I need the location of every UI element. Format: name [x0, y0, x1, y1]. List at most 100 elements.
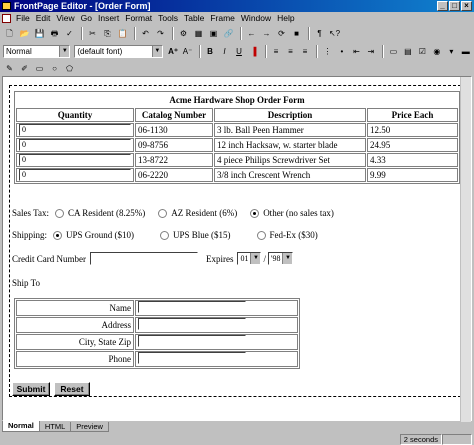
insert-table-icon[interactable]: ▦: [192, 27, 205, 40]
quantity-input[interactable]: 0: [19, 154, 131, 166]
increase-indent-icon[interactable]: ⇥: [365, 45, 377, 58]
decrease-indent-icon[interactable]: ⇤: [350, 45, 362, 58]
form-textbox-icon[interactable]: ▭: [387, 45, 399, 58]
radio-button[interactable]: [256, 230, 266, 240]
redo-icon[interactable]: ↷: [154, 27, 167, 40]
copy-icon[interactable]: ⎘: [101, 27, 114, 40]
radio-button[interactable]: [160, 230, 170, 240]
forward-icon[interactable]: →: [260, 27, 273, 40]
decrease-font-size-icon[interactable]: A⁻: [181, 45, 193, 58]
open-icon[interactable]: 📂: [18, 27, 31, 40]
text-color-icon[interactable]: ▐: [247, 45, 259, 58]
menu-frame[interactable]: Frame: [207, 12, 238, 24]
maximize-button[interactable]: □: [449, 1, 460, 11]
style-dropdown[interactable]: Normal ▼: [3, 44, 71, 58]
hyperlink-icon[interactable]: 🔗: [222, 27, 235, 40]
shipping-option-ups-blue[interactable]: UPS Blue ($15): [160, 230, 231, 240]
bulleted-list-icon[interactable]: •: [336, 45, 348, 58]
show-paragraph-marks-icon[interactable]: ¶: [313, 27, 326, 40]
quantity-input[interactable]: 0: [19, 124, 131, 136]
rectangle-hotspot-icon[interactable]: ▭: [33, 62, 46, 75]
tab-normal[interactable]: Normal: [2, 421, 40, 432]
sales-tax-option-az[interactable]: AZ Resident (6%): [158, 208, 237, 218]
radio-button[interactable]: [158, 208, 168, 218]
form-scrolling-textbox-icon[interactable]: ▤: [402, 45, 414, 58]
menu-go[interactable]: Go: [78, 12, 95, 24]
italic-icon[interactable]: I: [218, 45, 230, 58]
quantity-input[interactable]: 0: [19, 169, 131, 181]
insert-component-icon[interactable]: ⚙: [177, 27, 190, 40]
menu-tools[interactable]: Tools: [155, 12, 181, 24]
align-left-icon[interactable]: ≡: [270, 45, 282, 58]
form-push-button-icon[interactable]: ▬: [460, 45, 472, 58]
align-right-icon[interactable]: ≡: [299, 45, 311, 58]
insert-image-icon[interactable]: ▣: [207, 27, 220, 40]
text-tool-icon[interactable]: ✎: [3, 62, 16, 75]
new-page-icon[interactable]: 🗋: [3, 27, 16, 40]
quantity-input[interactable]: 0: [19, 139, 131, 151]
help-pointer-icon[interactable]: ↖?: [328, 27, 341, 40]
save-icon[interactable]: 💾: [33, 27, 46, 40]
menu-table[interactable]: Table: [181, 12, 207, 24]
chevron-down-icon[interactable]: ▼: [250, 253, 261, 264]
document-icon[interactable]: [2, 13, 11, 23]
credit-card-row: Credit Card Number Expires 01 ▼ / '98 ▼: [12, 252, 294, 265]
chevron-down-icon[interactable]: ▼: [151, 45, 162, 57]
form-dropdown-icon[interactable]: ▾: [445, 45, 457, 58]
cut-icon[interactable]: ✂: [86, 27, 99, 40]
increase-font-size-icon[interactable]: A⁺: [167, 45, 179, 58]
shipping-option-fedex[interactable]: Fed-Ex ($30): [256, 230, 318, 240]
menu-format[interactable]: Format: [122, 12, 155, 24]
address-input[interactable]: [138, 318, 246, 330]
ship-field-label: Phone: [16, 351, 134, 367]
undo-icon[interactable]: ↶: [139, 27, 152, 40]
menu-help[interactable]: Help: [274, 12, 297, 24]
radio-button[interactable]: [54, 208, 64, 218]
menu-window[interactable]: Window: [238, 12, 274, 24]
sales-tax-option-other[interactable]: Other (no sales tax): [250, 208, 334, 218]
status-bar: 2 seconds: [0, 433, 474, 445]
paste-icon[interactable]: 📋: [116, 27, 129, 40]
menu-insert[interactable]: Insert: [95, 12, 122, 24]
submit-button[interactable]: Submit: [12, 382, 50, 396]
radio-button-selected[interactable]: [250, 208, 260, 218]
minimize-button[interactable]: _: [437, 1, 448, 11]
menu-file[interactable]: File: [13, 12, 33, 24]
back-icon[interactable]: ←: [245, 27, 258, 40]
editor-document-area[interactable]: Acme Hardware Shop Order Form Quantity C…: [2, 76, 472, 422]
transparent-color-icon[interactable]: ✐: [18, 62, 31, 75]
sales-tax-option-ca[interactable]: CA Resident (8.25%): [54, 208, 145, 218]
menu-view[interactable]: View: [53, 12, 77, 24]
bold-icon[interactable]: B: [204, 45, 216, 58]
tab-preview[interactable]: Preview: [70, 422, 109, 432]
underline-icon[interactable]: U: [233, 45, 245, 58]
shipping-option-ups-ground[interactable]: UPS Ground ($10): [53, 230, 134, 240]
font-dropdown[interactable]: (default font) ▼: [74, 44, 163, 58]
expires-month-select[interactable]: 01 ▼: [237, 252, 262, 265]
chevron-down-icon[interactable]: ▼: [282, 253, 293, 264]
credit-card-input[interactable]: [89, 252, 198, 265]
numbered-list-icon[interactable]: ⋮: [321, 45, 333, 58]
align-center-icon[interactable]: ≡: [284, 45, 296, 58]
polygon-hotspot-icon[interactable]: ⬠: [63, 62, 76, 75]
name-input[interactable]: [138, 301, 246, 313]
expires-year-select[interactable]: '98 ▼: [268, 252, 294, 265]
spelling-icon[interactable]: ✓: [63, 27, 76, 40]
reset-button[interactable]: Reset: [54, 382, 90, 396]
city-state-zip-input[interactable]: [138, 335, 246, 347]
circle-hotspot-icon[interactable]: ○: [48, 62, 61, 75]
form-radio-icon[interactable]: ◉: [431, 45, 443, 58]
tab-html[interactable]: HTML: [38, 422, 72, 432]
refresh-icon[interactable]: ⟳: [275, 27, 288, 40]
header-price-each: Price Each: [367, 108, 458, 122]
menu-edit[interactable]: Edit: [33, 12, 54, 24]
close-button[interactable]: ×: [461, 1, 472, 11]
stop-icon[interactable]: ■: [290, 27, 303, 40]
chevron-down-icon[interactable]: ▼: [59, 45, 70, 57]
form-checkbox-icon[interactable]: ☑: [416, 45, 428, 58]
radio-button-selected[interactable]: [53, 230, 63, 240]
header-quantity: Quantity: [16, 108, 134, 122]
vertical-scrollbar[interactable]: [460, 77, 471, 422]
print-icon[interactable]: 🖶: [48, 27, 61, 40]
phone-input[interactable]: [138, 352, 246, 364]
